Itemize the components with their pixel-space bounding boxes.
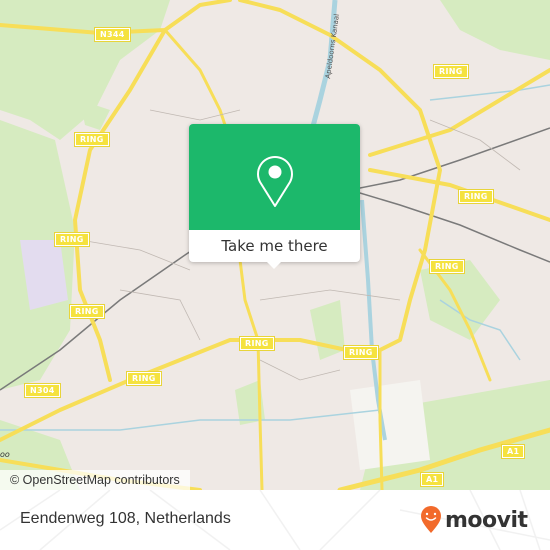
road-label-ring: RING <box>126 371 162 386</box>
road-label-n304: N304 <box>24 383 61 398</box>
moovit-logo[interactable]: moovit <box>420 505 528 535</box>
park-northeast <box>440 0 550 60</box>
address-label: Eendenweg 108, Netherlands <box>20 510 231 527</box>
road-label-ring: RING <box>343 345 379 360</box>
moovit-wordmark: moovit <box>445 507 528 533</box>
moovit-pin-icon <box>421 506 441 533</box>
road-label-a1: A1 <box>419 472 445 487</box>
edge-place-label: oo <box>0 450 10 459</box>
footer: Eendenweg 108, Netherlands moovit <box>0 490 550 550</box>
take-me-there-label: Take me there <box>221 237 328 255</box>
road-label-n344: N344 <box>94 27 131 42</box>
road-label-a1: A1 <box>500 444 526 459</box>
popup-pointer <box>266 261 282 269</box>
take-me-there-popup[interactable]: Take me there <box>189 124 360 269</box>
road-label-ring: RING <box>69 304 105 319</box>
road-label-ring: RING <box>239 336 275 351</box>
road-label-ring: RING <box>74 132 110 147</box>
map-view[interactable]: N344 RING RING RING RING RING RING RING … <box>0 0 550 490</box>
take-me-there-button[interactable]: Take me there <box>189 230 360 262</box>
road-label-ring: RING <box>429 259 465 274</box>
location-pin-icon <box>257 156 293 207</box>
stream-northeast <box>429 84 550 101</box>
railway-east <box>349 189 550 263</box>
road-label-ring: RING <box>433 64 469 79</box>
road-south-center <box>238 258 264 490</box>
attribution-text: © OpenStreetMap contributors <box>10 473 180 487</box>
park-center <box>310 300 345 360</box>
map-attribution[interactable]: © OpenStreetMap contributors <box>0 470 190 490</box>
road-label-ring: RING <box>54 232 90 247</box>
road-label-ring: RING <box>458 189 494 204</box>
open-area <box>350 380 430 470</box>
popup-header[interactable] <box>189 124 360 230</box>
road-northeast <box>368 68 550 157</box>
